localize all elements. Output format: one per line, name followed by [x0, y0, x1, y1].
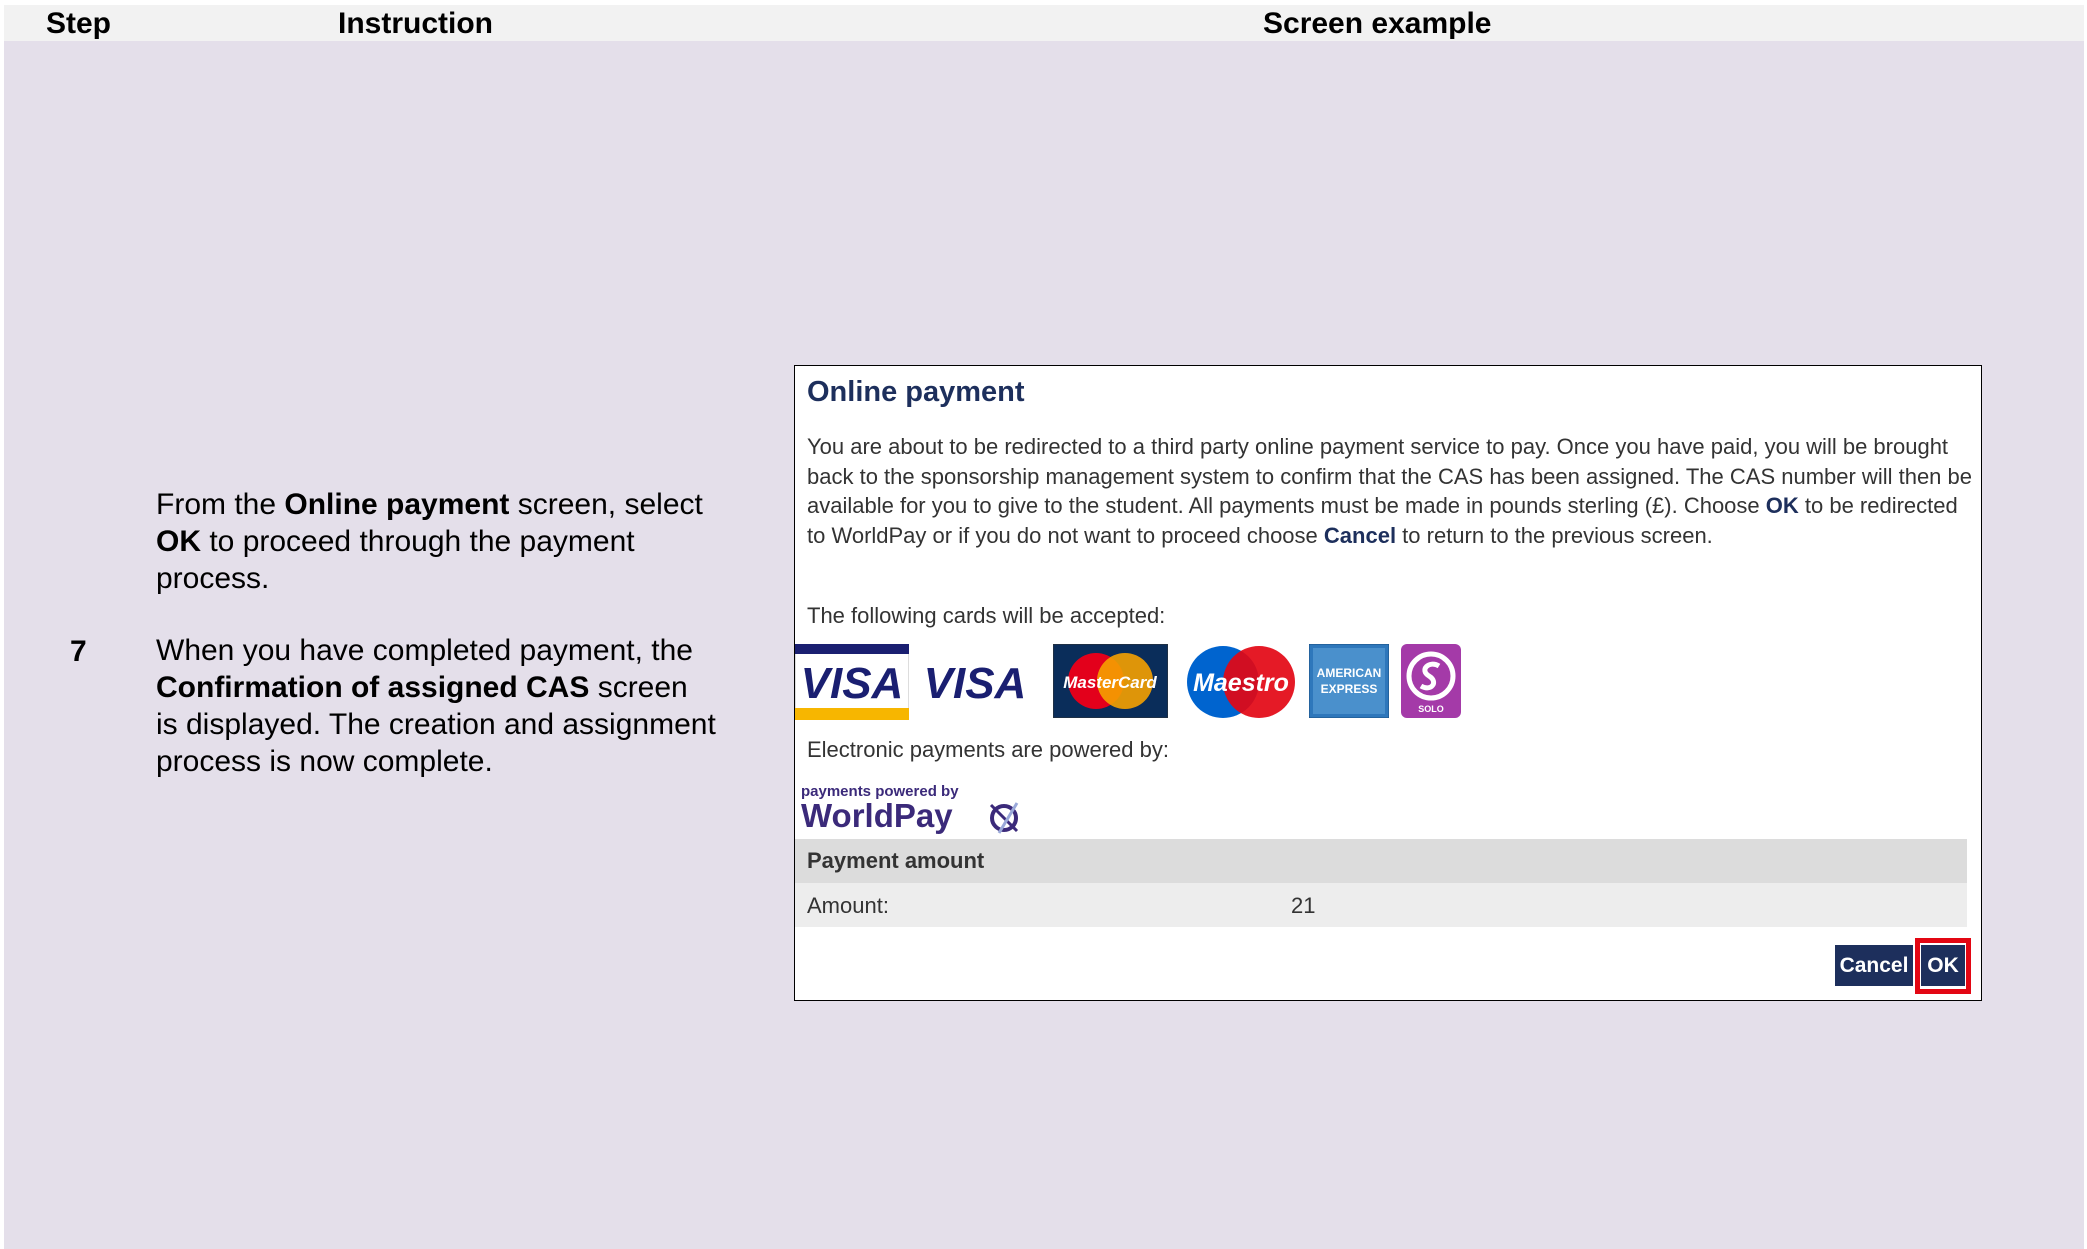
header-step: Step	[46, 7, 112, 40]
visa-electron-icon: VISA	[924, 659, 1027, 708]
solo-card-icon: SOLO	[1401, 644, 1461, 718]
american-express-icon: AMERICAN EXPRESS	[1309, 644, 1389, 718]
amount-value: 21	[1291, 893, 1316, 918]
svg-text:AMERICAN: AMERICAN	[1317, 666, 1382, 680]
mastercard-icon: MasterCard	[1053, 644, 1168, 718]
table-header-row: Step Instruction Screen example	[4, 5, 2084, 41]
instruction-paragraph-2: When you have completed payment, the Con…	[156, 634, 716, 778]
amount-row: Amount: 21	[795, 883, 1967, 927]
maestro-icon: Maestro	[1187, 646, 1295, 718]
ok-button[interactable]: OK	[1921, 945, 1965, 986]
svg-text:VISA: VISA	[924, 659, 1027, 708]
online-payment-dialog: Online payment You are about to be redir…	[794, 365, 1982, 1001]
svg-text:EXPRESS: EXPRESS	[1321, 682, 1378, 696]
svg-text:SOLO: SOLO	[1418, 704, 1444, 714]
instruction-table: Step Instruction Screen example 7 From t…	[4, 5, 2084, 1249]
dialog-title: Online payment	[807, 376, 1025, 408]
payment-amount-header: Payment amount	[795, 839, 1967, 883]
cards-accepted-label: The following cards will be accepted:	[807, 603, 1166, 628]
table-body-row: 7 From the Online payment screen, select…	[4, 41, 2084, 1249]
visa-card-icon: VISA	[795, 644, 909, 720]
instruction-paragraph-1: From the Online payment screen, select O…	[156, 488, 703, 595]
header-instruction: Instruction	[338, 7, 493, 40]
svg-text:Maestro: Maestro	[1193, 669, 1289, 697]
header-screen-example: Screen example	[1263, 7, 1492, 40]
svg-text:VISA: VISA	[801, 659, 904, 708]
worldpay-logo: payments powered by WorldPay	[801, 783, 1019, 834]
svg-text:MasterCard: MasterCard	[1063, 673, 1157, 692]
dialog-body-text: You are about to be redirected to a thir…	[807, 434, 1973, 548]
cancel-button[interactable]: Cancel	[1835, 945, 1913, 986]
svg-text:WorldPay: WorldPay	[801, 797, 953, 834]
instruction-text: From the Online payment screen, select O…	[156, 486, 716, 780]
amount-label: Amount:	[807, 893, 889, 918]
electronic-payments-label: Electronic payments are powered by:	[807, 737, 1169, 762]
step-number: 7	[70, 635, 87, 668]
